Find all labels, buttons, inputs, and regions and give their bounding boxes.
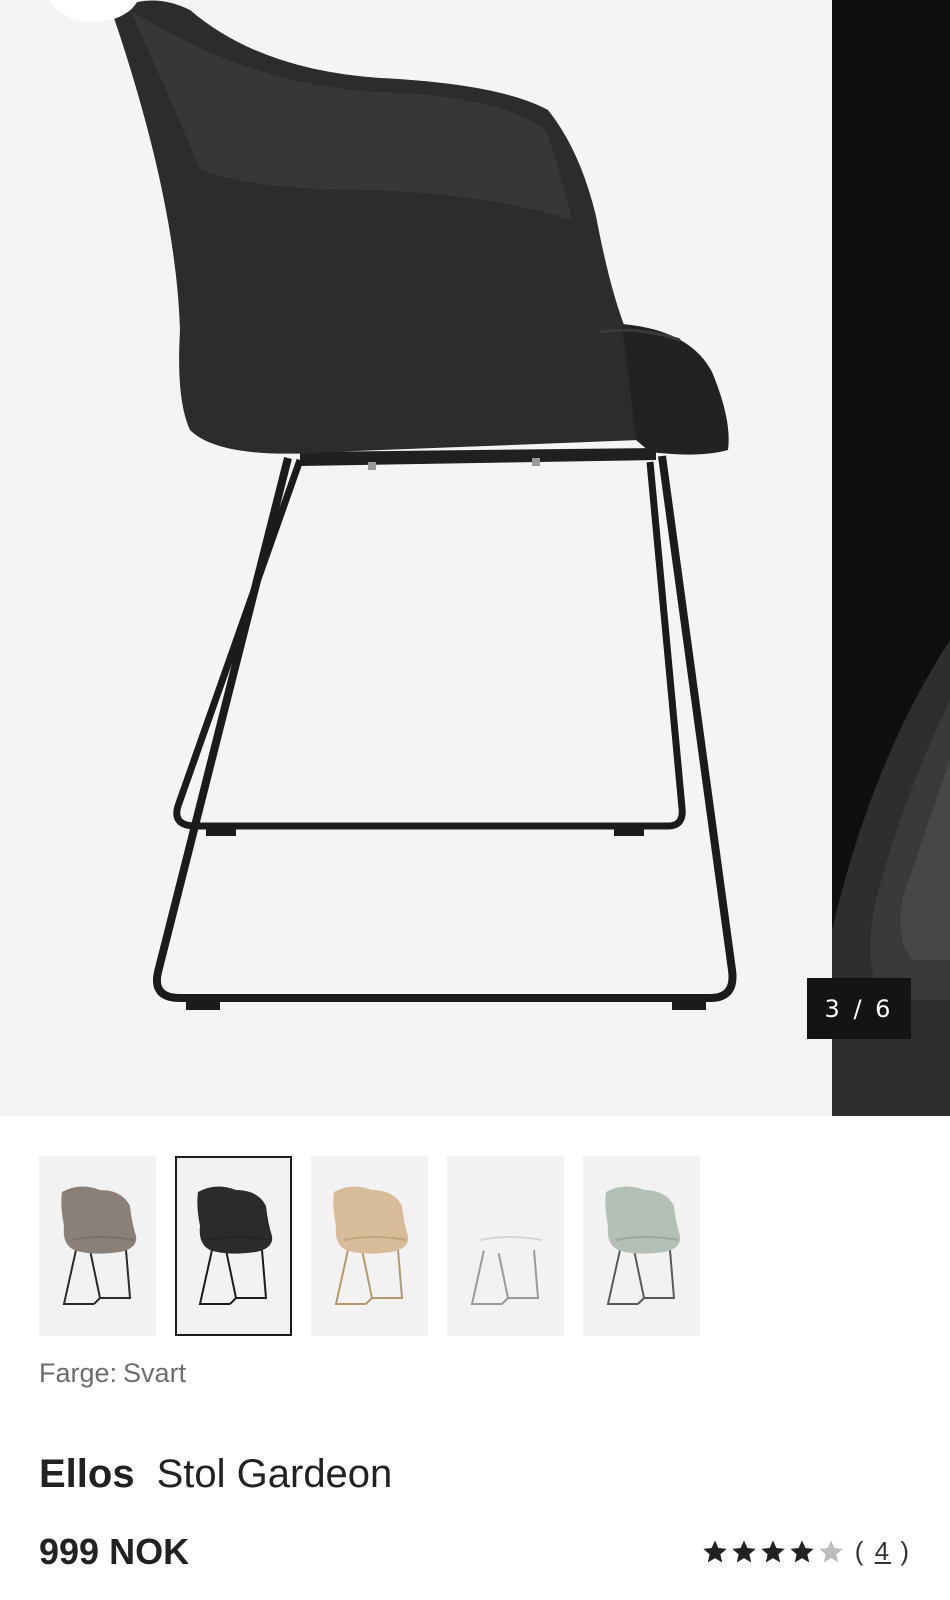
color-label-prefix: Farge: bbox=[39, 1358, 118, 1388]
chair-thumbnail-image bbox=[196, 1186, 272, 1305]
chair-thumbnail-image bbox=[468, 1186, 544, 1305]
review-count-number[interactable]: 4 bbox=[875, 1536, 891, 1566]
product-name: Stol Gardeon bbox=[156, 1452, 393, 1496]
product-image-gallery[interactable]: 3 / 6 bbox=[0, 0, 950, 1116]
image-counter: 3 / 6 bbox=[807, 978, 911, 1039]
rating-stars bbox=[701, 1538, 845, 1566]
review-count-open: ( bbox=[854, 1536, 866, 1566]
review-count-close: ) bbox=[900, 1536, 911, 1566]
chair-thumbnail-image bbox=[604, 1186, 680, 1305]
color-thumb-sage[interactable] bbox=[583, 1156, 700, 1336]
product-brand[interactable]: Ellos bbox=[39, 1452, 135, 1496]
product-image-main[interactable] bbox=[0, 0, 832, 1116]
product-image-next-peek[interactable] bbox=[832, 0, 950, 1116]
star-icon bbox=[732, 1539, 756, 1562]
color-thumb-beige[interactable] bbox=[311, 1156, 428, 1336]
color-label-value: Svart bbox=[123, 1358, 187, 1388]
product-rating[interactable]: ( 4 ) bbox=[701, 1536, 911, 1567]
chair-thumbnail-image bbox=[332, 1186, 408, 1305]
color-thumb-brown-grey[interactable] bbox=[39, 1156, 156, 1336]
chair-side-view-image bbox=[112, 0, 737, 1010]
selected-color-label: Farge: Svart bbox=[39, 1358, 186, 1389]
star-icon bbox=[790, 1539, 814, 1562]
product-title: Ellos Stol Gardeon bbox=[39, 1452, 392, 1497]
star-icon bbox=[819, 1539, 843, 1562]
color-thumb-white[interactable] bbox=[447, 1156, 564, 1336]
review-count[interactable]: ( 4 ) bbox=[855, 1536, 911, 1567]
chair-closeup-image bbox=[832, 640, 950, 1116]
color-variant-thumbnails bbox=[39, 1156, 700, 1336]
star-icon bbox=[761, 1539, 785, 1562]
product-price: 999 NOK bbox=[39, 1531, 190, 1572]
star-icon bbox=[703, 1539, 727, 1562]
color-thumb-black[interactable] bbox=[175, 1156, 292, 1336]
chair-thumbnail-image bbox=[60, 1186, 136, 1305]
